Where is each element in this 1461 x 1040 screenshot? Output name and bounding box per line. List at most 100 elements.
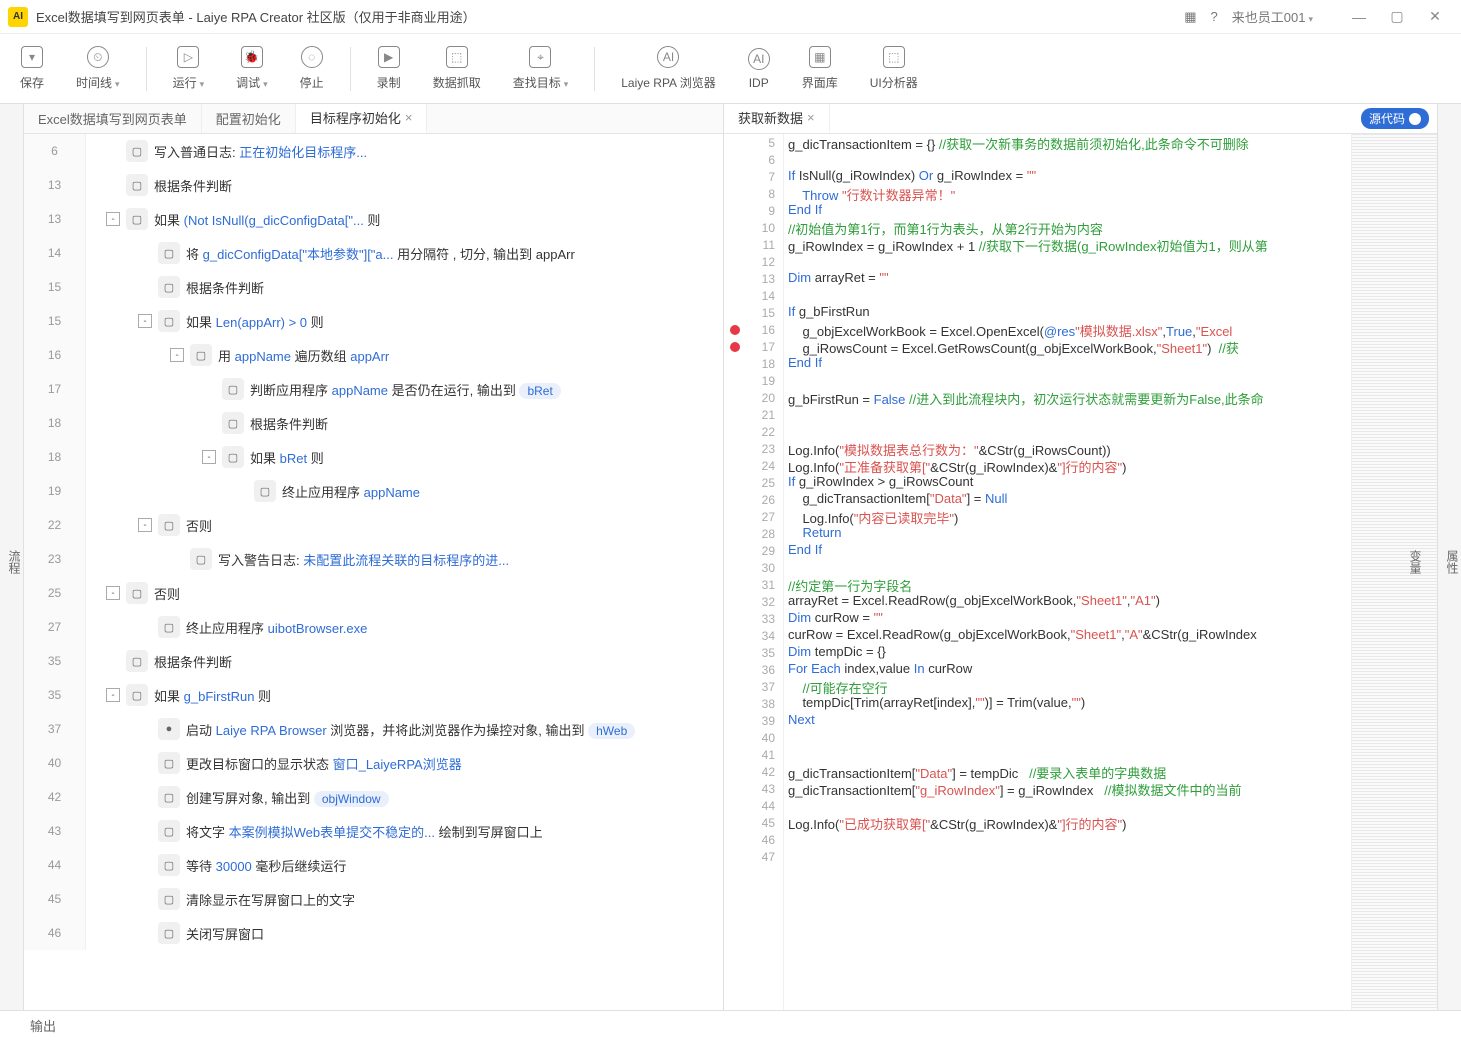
flow-row[interactable]: 15-▢如果 Len(appArr) > 0 则 (24, 304, 723, 338)
close-button[interactable]: ✕ (1417, 3, 1453, 31)
code-line[interactable]: //初始值为第1行，而第1行为表头，从第2行开始为内容 (788, 219, 1351, 236)
gutter-row[interactable]: 15 (724, 304, 783, 321)
gutter-row[interactable]: 26 (724, 491, 783, 508)
flow-row[interactable]: 25-▢否则 (24, 576, 723, 610)
code-line[interactable]: g_objExcelWorkBook = Excel.OpenExcel(@re… (788, 321, 1351, 338)
flow-row[interactable]: 18▢根据条件判断 (24, 406, 723, 440)
flow-row[interactable]: 15▢根据条件判断 (24, 270, 723, 304)
gutter-row[interactable]: 6 (724, 151, 783, 168)
code-line[interactable]: //约定第一行为字段名 (788, 576, 1351, 593)
save-button[interactable]: ▾保存 (10, 42, 54, 95)
code-line[interactable] (788, 253, 1351, 270)
help-icon[interactable]: ? (1211, 9, 1218, 24)
minimap[interactable] (1351, 134, 1437, 1010)
close-icon[interactable]: × (807, 110, 815, 125)
flow-row[interactable]: 16-▢用 appName 遍历数组 appArr (24, 338, 723, 372)
gutter-row[interactable]: 42 (724, 763, 783, 780)
flow-row[interactable]: 13-▢如果 (Not IsNull(g_dicConfigData["... … (24, 202, 723, 236)
collapse-icon[interactable]: - (106, 688, 120, 702)
idp-button[interactable]: AIIDP (738, 44, 780, 94)
gutter-row[interactable]: 28 (724, 525, 783, 542)
close-icon[interactable]: × (405, 110, 413, 125)
browser-button[interactable]: AILaiye RPA 浏览器 (611, 42, 725, 95)
breakpoint-icon[interactable] (730, 342, 740, 352)
rail-vars[interactable]: 变量 (1407, 550, 1424, 574)
gutter-row[interactable]: 13 (724, 270, 783, 287)
gutter-row[interactable]: 9 (724, 202, 783, 219)
gutter-row[interactable]: 20 (724, 389, 783, 406)
code-line[interactable] (788, 423, 1351, 440)
grid-icon[interactable]: ▦ (1184, 9, 1196, 25)
flow-row[interactable]: 43▢将文字 本案例模拟Web表单提交不稳定的... 绘制到写屏窗口上 (24, 814, 723, 848)
code-line[interactable]: //可能存在空行 (788, 678, 1351, 695)
flow-row[interactable]: 35▢根据条件判断 (24, 644, 723, 678)
source-toggle[interactable]: 源代码 (1361, 108, 1429, 129)
code-line[interactable] (788, 848, 1351, 865)
code-tab[interactable]: 获取新数据× (724, 104, 830, 133)
collapse-icon[interactable]: - (138, 314, 152, 328)
code-line[interactable]: Dim arrayRet = "" (788, 270, 1351, 287)
code-line[interactable]: arrayRet = Excel.ReadRow(g_objExcelWorkB… (788, 593, 1351, 610)
gutter-row[interactable]: 47 (724, 848, 783, 865)
gutter-row[interactable]: 22 (724, 423, 783, 440)
gutter-row[interactable]: 25 (724, 474, 783, 491)
gutter-row[interactable]: 30 (724, 559, 783, 576)
gutter-row[interactable]: 45 (724, 814, 783, 831)
gutter-row[interactable]: 41 (724, 746, 783, 763)
code-line[interactable] (788, 372, 1351, 389)
code-line[interactable]: Throw "行数计数器异常！" (788, 185, 1351, 202)
code-line[interactable] (788, 559, 1351, 576)
gutter-row[interactable]: 24 (724, 457, 783, 474)
code-line[interactable]: g_dicTransactionItem["Data"] = Null (788, 491, 1351, 508)
minimize-button[interactable]: — (1341, 3, 1377, 31)
gutter-row[interactable]: 29 (724, 542, 783, 559)
code-line[interactable]: Dim curRow = "" (788, 610, 1351, 627)
flow-row[interactable]: 46▢关闭写屏窗口 (24, 916, 723, 950)
flow-tab-0[interactable]: Excel数据填写到网页表单 (24, 104, 202, 133)
gutter-row[interactable]: 36 (724, 661, 783, 678)
gutter-row[interactable]: 44 (724, 797, 783, 814)
gutter-row[interactable]: 27 (724, 508, 783, 525)
gutter-row[interactable]: 38 (724, 695, 783, 712)
gutter-row[interactable]: 35 (724, 644, 783, 661)
gutter-row[interactable]: 14 (724, 287, 783, 304)
code-line[interactable]: Return (788, 525, 1351, 542)
gutter-row[interactable]: 19 (724, 372, 783, 389)
flow-body[interactable]: 6▢写入普通日志: 正在初始化目标程序...13▢根据条件判断13-▢如果 (N… (24, 134, 723, 1010)
flow-tab-2[interactable]: 目标程序初始化× (296, 104, 428, 133)
code-line[interactable] (788, 746, 1351, 763)
code-line[interactable]: End If (788, 355, 1351, 372)
gutter-row[interactable]: 33 (724, 610, 783, 627)
code-line[interactable]: Log.Info("模拟数据表总行数为："&CStr(g_iRowsCount)… (788, 440, 1351, 457)
gutter-row[interactable]: 12 (724, 253, 783, 270)
code-line[interactable]: If g_iRowIndex > g_iRowsCount (788, 474, 1351, 491)
code-line[interactable]: Log.Info("已成功获取第["&CStr(g_iRowIndex)&"]行… (788, 814, 1351, 831)
code-line[interactable]: Log.Info("正准备获取第["&CStr(g_iRowIndex)&"]行… (788, 457, 1351, 474)
code-line[interactable]: g_dicTransactionItem["Data"] = tempDic /… (788, 763, 1351, 780)
code-line[interactable]: tempDic[Trim(arrayRet[index],"")] = Trim… (788, 695, 1351, 712)
code-line[interactable]: g_iRowIndex = g_iRowIndex + 1 //获取下一行数据(… (788, 236, 1351, 253)
gutter[interactable]: 5678910111213141516171819202122232425262… (724, 134, 784, 1010)
ui-lib-button[interactable]: ▦界面库 (792, 42, 848, 95)
maximize-button[interactable]: ▢ (1379, 3, 1415, 31)
breakpoint-icon[interactable] (730, 325, 740, 335)
code-line[interactable]: g_bFirstRun = False //进入到此流程块内，初次运行状态就需要… (788, 389, 1351, 406)
gutter-row[interactable]: 7 (724, 168, 783, 185)
code-lines[interactable]: g_dicTransactionItem = {} //获取一次新事务的数据前须… (784, 134, 1351, 1010)
flow-row[interactable]: 13▢根据条件判断 (24, 168, 723, 202)
find-target-button[interactable]: ⌖查找目标 (503, 42, 579, 95)
gutter-row[interactable]: 8 (724, 185, 783, 202)
flow-row[interactable]: 27▢终止应用程序 uibotBrowser.exe (24, 610, 723, 644)
gutter-row[interactable]: 31 (724, 576, 783, 593)
code-line[interactable]: g_dicTransactionItem["g_iRowIndex"] = g_… (788, 780, 1351, 797)
gutter-row[interactable]: 21 (724, 406, 783, 423)
timeline-button[interactable]: ⏲时间线 (66, 42, 130, 95)
code-line[interactable]: Next (788, 712, 1351, 729)
flow-row[interactable]: 22-▢否则 (24, 508, 723, 542)
flow-row[interactable]: 23▢写入警告日志: 未配置此流程关联的目标程序的进... (24, 542, 723, 576)
gutter-row[interactable]: 34 (724, 627, 783, 644)
code-line[interactable]: g_iRowsCount = Excel.GetRowsCount(g_objE… (788, 338, 1351, 355)
flow-row[interactable]: 37●启动 Laiye RPA Browser 浏览器，并将此浏览器作为操控对象… (24, 712, 723, 746)
code-line[interactable]: If IsNull(g_iRowIndex) Or g_iRowIndex = … (788, 168, 1351, 185)
run-button[interactable]: ▷运行 (163, 42, 215, 95)
